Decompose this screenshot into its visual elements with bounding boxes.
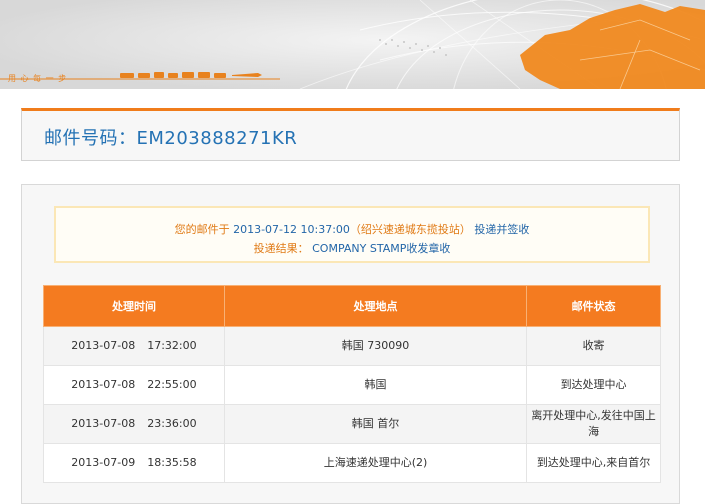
cell-location: 韩国 首尔 — [223, 404, 528, 444]
mail-number-value: EM203888271KR — [136, 128, 298, 149]
mail-number-label: 邮件号码： — [44, 128, 137, 149]
cell-date: 2013-07-08 — [71, 378, 136, 391]
table-row: 2013-07-08 22:55:00 韩国 到达处理中心 — [43, 365, 661, 405]
globe-map-graphic — [0, 0, 705, 89]
table-row: 2013-07-09 18:35:58 上海速递处理中心(2) 到达处理中心,来自… — [43, 443, 661, 483]
cell-time: 2013-07-08 22:55:00 — [43, 365, 225, 405]
cell-status: 离开处理中心,发往中国上海 — [526, 404, 661, 444]
cell-date: 2013-07-09 — [71, 456, 136, 469]
mail-number-heading: 邮件号码：EM203888271KR — [44, 124, 297, 150]
cell-status: 到达处理中心 — [526, 365, 661, 405]
tracking-table: 处理时间 处理地点 邮件状态 2013-07-08 17:32:00 韩国 730… — [43, 285, 661, 483]
cell-status: 收寄 — [526, 326, 661, 366]
mail-number-panel: 邮件号码：EM203888271KR — [21, 108, 680, 161]
cell-time: 2013-07-08 17:32:00 — [43, 326, 225, 366]
office-open-paren: （ — [349, 223, 361, 236]
delivery-result: COMPANY STAMP收发章收 — [312, 242, 451, 255]
tracking-panel: 您的邮件于 2013-07-12 10:37:00（绍兴速递城东揽投站） 投递并… — [21, 184, 680, 504]
delivery-datetime: 2013-07-12 10:37:00 — [233, 223, 350, 236]
delivery-notice: 您的邮件于 2013-07-12 10:37:00（绍兴速递城东揽投站） 投递并… — [54, 206, 650, 263]
cell-clock: 18:35:58 — [147, 456, 197, 469]
cell-location: 上海速递处理中心(2) — [223, 443, 528, 483]
table-header-row: 处理时间 处理地点 邮件状态 — [43, 285, 661, 327]
notice-line-2: 投递结果： COMPANY STAMP收发章收 — [56, 240, 648, 256]
table-row: 2013-07-08 23:36:00 韩国 首尔 离开处理中心,发往中国上海 — [43, 404, 661, 444]
notice-prefix: 您的邮件于 — [174, 223, 230, 236]
cell-location: 韩国 — [223, 365, 528, 405]
cell-clock: 23:36:00 — [147, 417, 197, 430]
cell-status: 到达处理中心,来自首尔 — [526, 443, 661, 483]
result-label: 投递结果： — [253, 242, 309, 255]
cell-clock: 17:32:00 — [147, 339, 197, 352]
notice-line-1: 您的邮件于 2013-07-12 10:37:00（绍兴速递城东揽投站） 投递并… — [56, 221, 648, 237]
table-row: 2013-07-08 17:32:00 韩国 730090 收寄 — [43, 326, 661, 366]
cell-time: 2013-07-09 18:35:58 — [43, 443, 225, 483]
delivery-action: 投递并签收 — [474, 223, 530, 236]
cell-location: 韩国 730090 — [223, 326, 528, 366]
office-close-paren: ） — [459, 223, 471, 236]
cell-date: 2013-07-08 — [71, 339, 136, 352]
delivery-office: 绍兴速递城东揽投站 — [360, 223, 460, 236]
cell-time: 2013-07-08 23:36:00 — [43, 404, 225, 444]
column-header-status: 邮件状态 — [526, 285, 661, 327]
column-header-location: 处理地点 — [223, 285, 528, 327]
header-banner: 用 心 每 一 步 — [0, 0, 705, 89]
column-header-time: 处理时间 — [43, 285, 225, 327]
slogan-text: 用 心 每 一 步 — [8, 74, 68, 83]
cell-clock: 22:55:00 — [147, 378, 197, 391]
cell-date: 2013-07-08 — [71, 417, 136, 430]
